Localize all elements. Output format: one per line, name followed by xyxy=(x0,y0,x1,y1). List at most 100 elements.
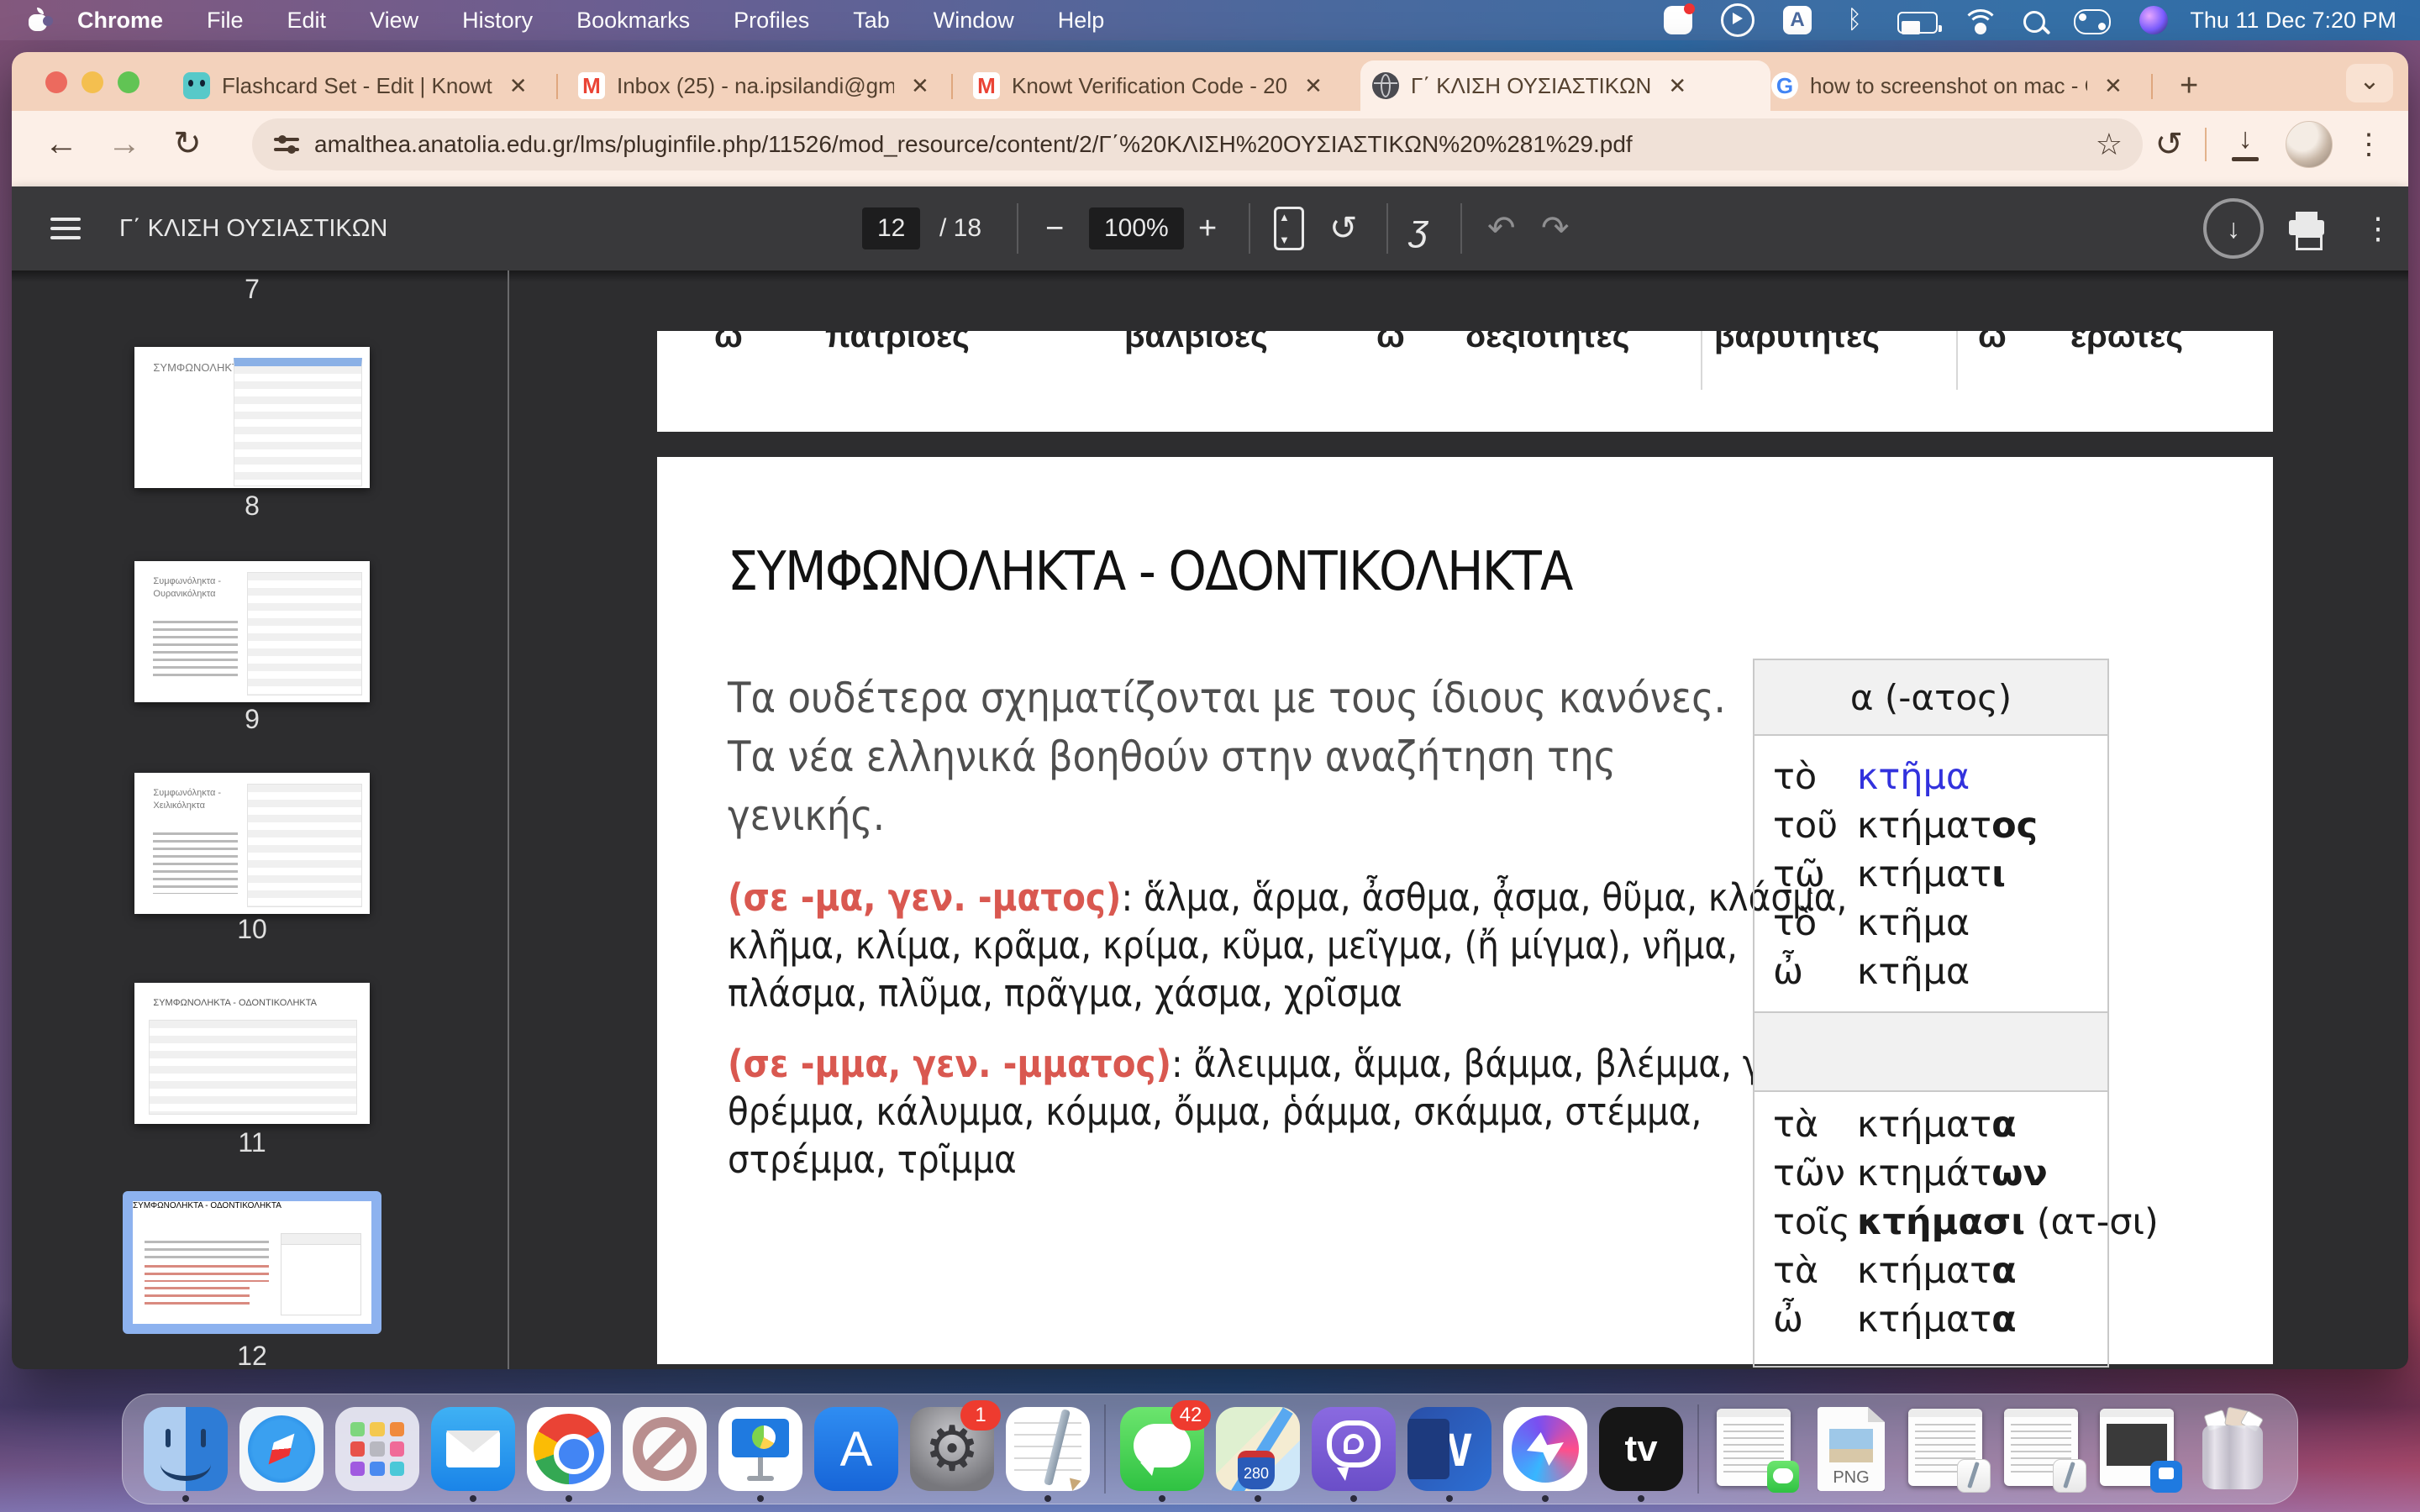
url-text[interactable]: amalthea.anatolia.edu.gr/lms/pluginfile.… xyxy=(314,131,2086,158)
menubar-item-window[interactable]: Window xyxy=(934,8,1014,34)
pdf-more-menu-icon[interactable]: ⋮ xyxy=(2363,186,2393,270)
settings-badge: 1 xyxy=(960,1400,1001,1431)
dock-trash-icon[interactable] xyxy=(2192,1406,2276,1491)
new-tab-button[interactable]: + xyxy=(2180,70,2198,102)
thumbnail-page-8[interactable]: ΣΥΜΦΩΝΟΛΗΚΤΑ xyxy=(134,347,370,488)
dock-minimized-document-window[interactable] xyxy=(2001,1407,2086,1493)
dock-messages-icon[interactable]: 42 xyxy=(1120,1400,1211,1502)
print-button[interactable] xyxy=(2289,186,2324,270)
forward-button[interactable]: → xyxy=(98,118,150,170)
dock-settings-icon[interactable]: ⚙ 1 xyxy=(910,1400,1001,1491)
menubar-item-chrome[interactable]: Chrome xyxy=(77,8,163,34)
annotate-pen-icon[interactable]: ʒ xyxy=(1410,186,1428,270)
tab-close-icon[interactable]: ✕ xyxy=(504,73,533,99)
tab-strip: Flashcard Set - Edit | Knowt ✕ M Inbox (… xyxy=(12,52,2408,111)
menubar-item-help[interactable]: Help xyxy=(1058,8,1105,34)
reload-button[interactable]: ↻ xyxy=(161,118,213,170)
fit-page-button[interactable] xyxy=(1274,186,1304,270)
downloads-icon[interactable]: ↓ xyxy=(2228,123,2262,161)
globe-favicon xyxy=(1372,72,1399,99)
dock-selfcontrol-icon[interactable] xyxy=(623,1407,707,1491)
thumb-label-11: 11 xyxy=(238,1127,266,1158)
app-a-status-icon[interactable]: A xyxy=(1783,6,1812,34)
bluetooth-icon[interactable]: ᛒ xyxy=(1840,6,1869,34)
minimize-window-button[interactable] xyxy=(82,71,103,93)
rule-block-mma: (σε -μμα, γεν. -μματος): ἄλειμμα, ἅμμα, … xyxy=(728,1042,1884,1182)
menubar-item-history[interactable]: History xyxy=(462,8,533,34)
wifi-icon[interactable] xyxy=(1966,6,1995,34)
dock-word-icon[interactable]: W xyxy=(1407,1407,1491,1502)
knowt-favicon xyxy=(183,72,210,99)
messages-badge: 42 xyxy=(1171,1400,1211,1431)
dock-minimized-messages-window[interactable] xyxy=(1713,1407,1799,1493)
dock-safari-icon[interactable] xyxy=(239,1407,324,1491)
back-button[interactable]: ← xyxy=(35,118,87,170)
menubar-item-view[interactable]: View xyxy=(370,8,418,34)
pdf-menu-icon[interactable] xyxy=(50,186,81,270)
page-number-input[interactable]: 12 xyxy=(862,186,921,270)
redo-button[interactable]: ↷ xyxy=(1541,186,1570,270)
zoom-window-button[interactable] xyxy=(118,71,139,93)
pdf-content-area: 7 ΣΥΜΦΩΝΟΛΗΚΤΑ 8 Συμφωνόληκτα - Ουρανικό… xyxy=(12,270,2408,1369)
dock-chrome-icon[interactable] xyxy=(527,1407,611,1502)
spotlight-icon[interactable] xyxy=(2023,11,2045,33)
dock-mail-icon[interactable] xyxy=(431,1407,515,1502)
dock-launchpad-icon[interactable] xyxy=(335,1407,419,1491)
tab-google-search[interactable]: G how to screenshot on mac - G ✕ xyxy=(1760,60,2153,111)
viber-status-icon[interactable] xyxy=(1664,3,1695,34)
history-icon[interactable]: ↺ xyxy=(2154,125,2183,164)
playback-status-icon[interactable] xyxy=(1721,3,1754,37)
tab-search-button[interactable]: ⌄ xyxy=(2346,64,2393,102)
control-center-icon[interactable] xyxy=(2074,9,2111,34)
pdf-download-button[interactable]: ↓ xyxy=(2203,186,2264,270)
menubar-item-file[interactable]: File xyxy=(207,8,244,34)
zoom-level-input[interactable]: 100% xyxy=(1089,186,1184,270)
tab-close-icon[interactable]: ✕ xyxy=(1663,73,1691,99)
menubar-item-edit[interactable]: Edit xyxy=(287,8,327,34)
sidebar-scrollbar[interactable] xyxy=(508,270,509,1369)
thumbnail-page-12-selected[interactable]: ΣΥΜΦΩΝΟΛΗΚΤΑ - ΟΔΟΝΤΙΚΟΛΗΚΤΑ xyxy=(123,1191,381,1334)
thumb-label-9: 9 xyxy=(245,704,260,734)
dock-viber-icon[interactable] xyxy=(1312,1407,1396,1502)
chrome-menu-icon[interactable]: ⋮ xyxy=(2354,128,2383,161)
zoom-out-button[interactable]: − xyxy=(1045,186,1064,270)
pdf-toolbar: Γ΄ ΚΛΙΣΗ ΟΥΣΙΑΣΤΙΚΩΝ 12 / 18 − 100% + ↺ … xyxy=(12,178,2408,270)
tab-pdf-active[interactable]: Γ΄ ΚΛΙΣΗ ΟΥΣΙΑΣΤΙΚΩΝ ✕ xyxy=(1360,60,1770,111)
undo-button[interactable]: ↶ xyxy=(1487,186,1516,270)
menubar-item-profiles[interactable]: Profiles xyxy=(734,8,809,34)
tab-close-icon[interactable]: ✕ xyxy=(2099,73,2128,99)
battery-icon[interactable] xyxy=(1897,12,1942,34)
siri-icon[interactable] xyxy=(2139,6,2168,34)
dock-minimized-document-window[interactable] xyxy=(1905,1407,1991,1493)
page-title: ΣΥΜΦΩΝΟΛΗΚΤΑ - ΟΔΟΝΤΙΚΟΛΗΚΤΑ xyxy=(728,541,1573,603)
zoom-in-button[interactable]: + xyxy=(1198,186,1217,270)
menubar-clock[interactable]: Thu 11 Dec 7:20 PM xyxy=(2190,0,2396,40)
dock-keynote-icon[interactable] xyxy=(718,1407,802,1502)
dock-maps-icon[interactable]: 280 xyxy=(1216,1407,1300,1502)
dock-finder-icon[interactable] xyxy=(144,1407,228,1502)
rotate-button[interactable]: ↺ xyxy=(1329,186,1358,270)
tab-gmail-inbox[interactable]: M Inbox (25) - na.ipsilandi@gma ✕ xyxy=(566,60,960,111)
tab-close-icon[interactable]: ✕ xyxy=(906,73,934,99)
tab-flashcard-knowt[interactable]: Flashcard Set - Edit | Knowt ✕ xyxy=(171,60,565,111)
close-window-button[interactable] xyxy=(45,71,67,93)
menubar-item-tab[interactable]: Tab xyxy=(853,8,890,34)
site-settings-icon[interactable] xyxy=(274,132,299,157)
bookmark-star-icon[interactable]: ☆ xyxy=(2096,127,2123,162)
dock-png-file[interactable]: PNG xyxy=(1809,1407,1893,1491)
dock-appstore-icon[interactable]: A xyxy=(814,1407,898,1491)
dock-minimized-keynote-window[interactable] xyxy=(2096,1407,2182,1493)
apple-menu-icon[interactable] xyxy=(27,8,53,31)
tab-knowt-verification[interactable]: M Knowt Verification Code - 20 ✕ xyxy=(961,60,1363,111)
dock-appletv-icon[interactable]: tv xyxy=(1599,1407,1683,1502)
thumbnail-page-11[interactable]: ΣΥΜΦΩΝΟΛΗΚΤΑ - ΟΔΟΝΤΙΚΟΛΗΚΤΑ xyxy=(134,983,370,1124)
tab-close-icon[interactable]: ✕ xyxy=(1299,73,1328,99)
address-bar[interactable]: amalthea.anatolia.edu.gr/lms/pluginfile.… xyxy=(252,118,2143,171)
dock-notes-icon[interactable] xyxy=(1006,1407,1090,1502)
thumbnail-page-9[interactable]: Συμφωνόληκτα - Ουρανικόληκτα xyxy=(134,561,370,702)
profile-avatar[interactable] xyxy=(2286,121,2333,168)
thumbnail-page-10[interactable]: Συμφωνόληκτα - Χειλικόληκτα xyxy=(134,773,370,914)
menubar-item-bookmarks[interactable]: Bookmarks xyxy=(576,8,690,34)
dock-messenger-icon[interactable] xyxy=(1503,1407,1587,1502)
pdf-page-11-fragment: ὦ πατρίδες βαλβίδες ὦ δεξιότητες βαρύτητ… xyxy=(657,331,2273,432)
